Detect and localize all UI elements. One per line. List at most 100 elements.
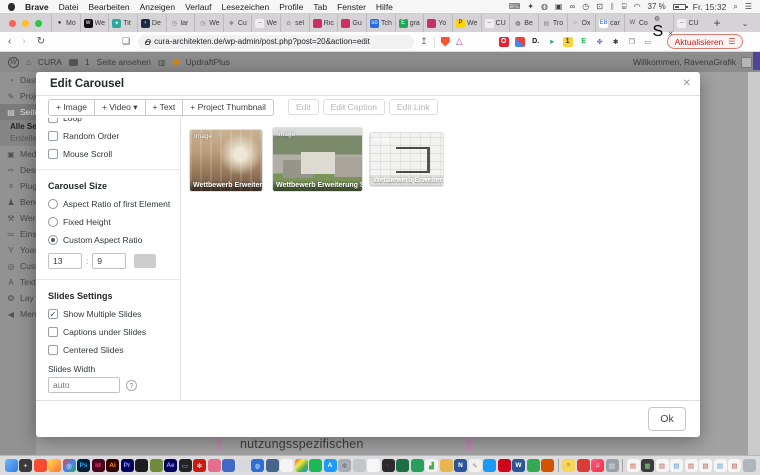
sidebar-item[interactable]: ❂ Lay Options [0, 290, 36, 306]
browser-tab[interactable]: Yo [423, 14, 452, 32]
dock-item[interactable]: ▤ [699, 459, 712, 472]
dock-item[interactable]: ▤ [627, 459, 640, 472]
dock-item[interactable] [266, 459, 279, 472]
tab-close-icon[interactable]: ✕ [668, 31, 674, 38]
carousel-slide-2[interactable]: Image Wettbewerb Erweiterung S [273, 128, 362, 191]
dock-item[interactable] [48, 459, 61, 472]
sidebar-item[interactable]: ◎ Customizer [0, 258, 36, 274]
browser-menu-icon[interactable]: ☰ [728, 37, 735, 46]
sidebar-item[interactable]: ▣ Medien [0, 146, 36, 162]
dock-item[interactable] [295, 459, 308, 472]
random-order-checkbox[interactable] [48, 131, 58, 141]
dock-item[interactable] [411, 459, 424, 472]
sidebar-item[interactable]: ⚒ Werkzeuge [0, 210, 36, 226]
address-bar[interactable]: cura-architekten.de/wp-admin/post.php?po… [138, 35, 414, 49]
browser-tab[interactable]: ○ Ox [567, 14, 596, 32]
dock-item[interactable] [483, 459, 496, 472]
slides-width-input[interactable] [48, 377, 120, 393]
comment-count[interactable]: 1 [85, 57, 90, 67]
browser-tab[interactable]: Ric [309, 14, 338, 32]
custom-aspect-row[interactable]: Custom Aspect Ratio [48, 235, 180, 245]
dock-item[interactable] [367, 459, 380, 472]
dock-item[interactable] [237, 459, 250, 472]
browser-tab[interactable]: ◍ Be [509, 14, 538, 32]
dock-item[interactable] [440, 459, 453, 472]
bookmark-icon[interactable]: ❏ [122, 36, 130, 47]
fixed-height-radio[interactable] [48, 217, 58, 227]
status-bar-icon[interactable]: ᛒ [610, 3, 615, 11]
extension-icon[interactable] [515, 37, 525, 47]
update-button[interactable]: Aktualisieren ☰ [667, 34, 744, 49]
wordpress-logo-icon[interactable]: W [8, 57, 19, 68]
dock-item[interactable]: ▤ [714, 459, 727, 472]
status-bar-icon[interactable]: ◠ [634, 3, 641, 11]
sidebar-item[interactable]: ✎ Projekte [0, 88, 36, 104]
status-bar-icon[interactable]: ∞ [570, 3, 576, 11]
browser-tab[interactable]: Gu [337, 14, 366, 32]
browser-tab[interactable]: ◷ lar [166, 14, 195, 32]
aspect-first-radio[interactable] [48, 199, 58, 209]
extension-icon[interactable]: ✤ [595, 37, 605, 47]
dock-item[interactable] [577, 459, 590, 472]
zoom-window-button[interactable] [35, 20, 42, 27]
centered-slides-row[interactable]: Centered Slides [48, 345, 180, 355]
dock-item[interactable]: N [454, 459, 467, 472]
sidebar-item[interactable]: ♟ Benutzer [0, 194, 36, 210]
browser-tab[interactable]: P We [452, 14, 481, 32]
menu-bar-item[interactable]: Verlauf [185, 2, 211, 12]
sidebar-item[interactable]: ◀ Menü einklappen [0, 306, 36, 322]
carousel-add-button[interactable]: + Image [48, 99, 95, 116]
browser-tab[interactable]: ● Mo [51, 14, 80, 32]
menu-bar-item[interactable]: Lesezeichen [222, 2, 270, 12]
close-window-button[interactable] [9, 20, 16, 27]
dock-item[interactable] [396, 459, 409, 472]
mouse-scroll-checkbox[interactable] [48, 149, 58, 159]
apple-menu-icon[interactable] [8, 3, 15, 11]
dock-item[interactable]: A [324, 459, 337, 472]
extension-icon[interactable]: ✱ [611, 37, 621, 47]
sidebar-item-create[interactable]: Erstellen [10, 134, 36, 143]
status-bar-icon[interactable]: ◷ [582, 3, 589, 11]
browser-tab[interactable]: – We [251, 14, 280, 32]
sidebar-item-all-pages[interactable]: Alle Seiten [10, 122, 36, 131]
url-text[interactable]: cura-architekten.de/wp-admin/post.php?po… [154, 37, 370, 46]
help-icon[interactable]: ? [126, 380, 137, 391]
dock-item[interactable]: Ps [77, 459, 90, 472]
dock-item[interactable]: W [512, 459, 525, 472]
carousel-slide-3[interactable]: Image Wettbewerb Erweiterung [370, 133, 443, 186]
mouse-scroll-row[interactable]: Mouse Scroll [48, 149, 180, 159]
user-avatar[interactable] [741, 57, 752, 68]
sidebar-triangle-icon[interactable]: △ [456, 36, 463, 47]
dock-item[interactable]: ✎ [469, 459, 482, 472]
centered-slides-checkbox[interactable] [48, 345, 58, 355]
page-scrollbar[interactable] [748, 72, 760, 455]
site-name-link[interactable]: CURA [38, 57, 62, 67]
tab-overflow-chevron-icon[interactable]: ⌄ [730, 14, 760, 32]
status-bar-icon[interactable]: ⊡ [596, 3, 603, 11]
close-icon[interactable]: ✕ [683, 78, 691, 89]
dock-item[interactable]: ▭ [179, 459, 192, 472]
browser-tab[interactable]: ◍ S ✕ [652, 14, 673, 32]
updraftplus-link[interactable]: UpdraftPlus [186, 57, 230, 67]
custom-aspect-radio[interactable] [48, 235, 58, 245]
dock-item[interactable] [622, 459, 623, 472]
dock-item[interactable]: ✻ [193, 459, 206, 472]
back-button[interactable]: ‹ [8, 36, 11, 47]
reload-button[interactable]: ↻ [37, 36, 45, 47]
carousel-add-button[interactable]: + Project Thumbnail [182, 99, 274, 116]
spotlight-search-icon[interactable]: ⌕ [733, 3, 737, 11]
status-bar-icon[interactable]: ◍ [541, 3, 548, 11]
sidebar-item[interactable]: ⌽ Plugins [0, 178, 36, 194]
extension-icon[interactable]: 1 [563, 37, 573, 47]
carousel-add-button[interactable]: + Video ▾ [94, 99, 146, 116]
menu-bar-item[interactable]: Anzeigen [140, 2, 175, 12]
dock-item[interactable]: ▤ [606, 459, 619, 472]
status-bar-icon[interactable]: ⌨ [509, 3, 521, 11]
menu-bar-item[interactable]: Brave [25, 2, 49, 12]
share-icon[interactable]: ↥ [420, 36, 428, 47]
status-bar-icon[interactable]: ▣ [555, 3, 563, 11]
extension-icon[interactable]: D. [531, 37, 541, 47]
browser-tab[interactable]: E gra [395, 14, 424, 32]
browser-tab[interactable]: so Tch [366, 14, 395, 32]
browser-tab[interactable]: ◗ De [137, 14, 166, 32]
